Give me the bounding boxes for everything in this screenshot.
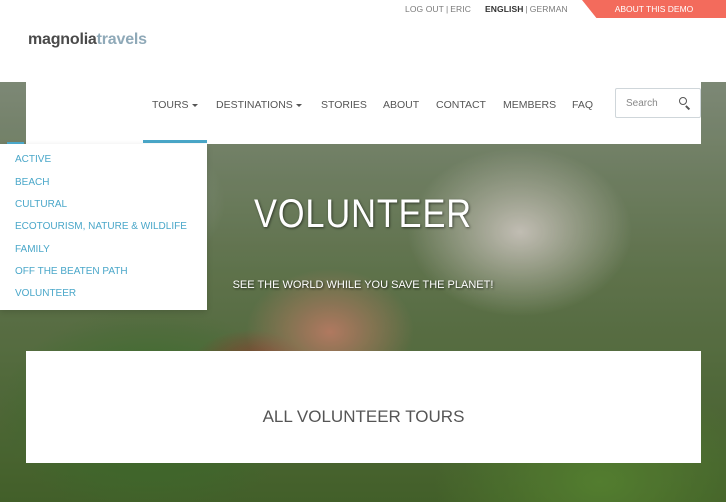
- about-demo-label: ABOUT THIS DEMO: [614, 4, 694, 14]
- caret-down-icon: [191, 103, 198, 107]
- nav-item-contact-label: CONTACT: [436, 99, 486, 111]
- site-logo[interactable]: magnoliatravels: [28, 31, 147, 49]
- logo-text-primary: magnolia: [28, 31, 97, 48]
- nav-item-tours-label: TOURS: [152, 99, 189, 111]
- nav-item-about-label: ABOUT: [383, 99, 420, 111]
- language-german[interactable]: GERMAN: [530, 4, 568, 14]
- dropdown-item-family[interactable]: FAMILY: [15, 244, 50, 255]
- site-header: magnoliatravels: [0, 18, 726, 82]
- main-navigation: TOURS DESTINATIONS STORIES ABOUT CONTACT…: [26, 82, 701, 144]
- about-demo-button[interactable]: ABOUT THIS DEMO: [582, 0, 726, 18]
- account-links: LOG OUT | ERIC: [405, 4, 471, 14]
- logo-text-secondary: travels: [96, 31, 147, 48]
- language-english[interactable]: ENGLISH: [485, 4, 523, 14]
- dropdown-item-active[interactable]: ACTIVE: [15, 154, 51, 165]
- dropdown-accent: [7, 142, 24, 144]
- hero-subtitle: SEE THE WORLD WHILE YOU SAVE THE PLANET!: [232, 279, 494, 291]
- logout-link[interactable]: LOG OUT: [405, 4, 444, 14]
- hero-title: VOLUNTEER: [253, 192, 473, 236]
- tours-panel: ALL VOLUNTEER TOURS: [26, 351, 701, 463]
- active-tab-indicator: [143, 140, 207, 143]
- nav-item-members-label: MEMBERS: [503, 99, 557, 111]
- utility-bar: LOG OUT | ERIC ENGLISH | GERMAN ABOUT THIS D…: [0, 0, 726, 18]
- dropdown-item-off-the-beaten-path[interactable]: OFF THE BEATEN PATH: [15, 266, 128, 277]
- nav-item-tours[interactable]: TOURS: [152, 99, 198, 111]
- dropdown-item-beach[interactable]: BEACH: [15, 177, 49, 188]
- nav-item-about[interactable]: ABOUT: [383, 99, 419, 111]
- search-box: [615, 88, 701, 118]
- search-input[interactable]: [616, 89, 674, 117]
- language-switcher: ENGLISH | GERMAN: [485, 4, 568, 14]
- nav-item-stories[interactable]: STORIES: [321, 99, 367, 111]
- nav-item-destinations[interactable]: DESTINATIONS: [216, 99, 302, 111]
- nav-item-faq-label: FAQ: [572, 99, 594, 111]
- nav-item-contact[interactable]: CONTACT: [436, 99, 486, 111]
- panel-title: ALL VOLUNTEER TOURS: [262, 407, 465, 426]
- nav-item-members[interactable]: MEMBERS: [503, 99, 556, 111]
- nav-item-stories-label: STORIES: [321, 99, 367, 111]
- search-button[interactable]: [676, 95, 692, 111]
- user-name-link[interactable]: ERIC: [450, 4, 471, 14]
- caret-down-icon: [295, 103, 302, 107]
- nav-item-destinations-label: DESTINATIONS: [216, 99, 293, 111]
- nav-item-faq[interactable]: FAQ: [572, 99, 593, 111]
